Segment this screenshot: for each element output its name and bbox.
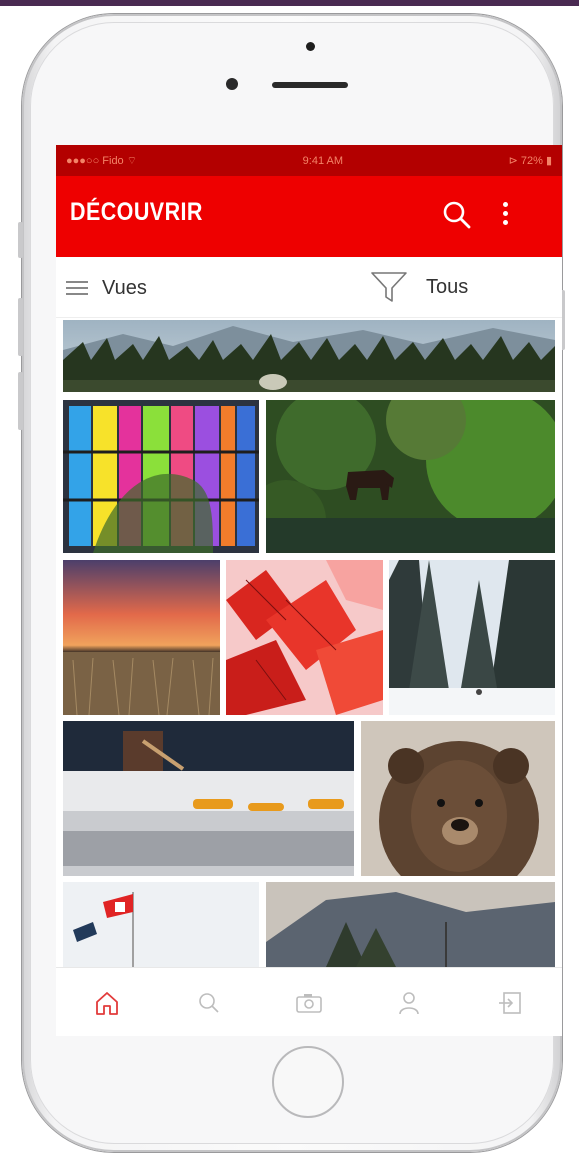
photo-tile[interactable] <box>63 400 259 553</box>
photo-tile[interactable] <box>266 882 555 967</box>
app-header: DÉCOUVRIR <box>56 176 562 257</box>
filter-icon <box>371 272 407 302</box>
home-icon[interactable] <box>92 988 122 1018</box>
filter-label: Tous <box>426 275 469 298</box>
views-label: Vues <box>102 276 147 299</box>
photo-tile[interactable] <box>63 721 354 876</box>
volume-button <box>18 222 23 258</box>
filter-button[interactable]: Tous <box>370 269 468 305</box>
more-options-icon[interactable] <box>498 198 512 232</box>
photo-tile[interactable] <box>63 882 259 967</box>
front-camera <box>306 42 315 51</box>
clock: 9:41 AM <box>302 154 344 167</box>
proximity-sensor <box>226 78 238 90</box>
page-top-band <box>0 0 579 6</box>
moose-forest-photo <box>266 400 555 553</box>
photo-tile[interactable] <box>226 560 383 715</box>
logout-icon[interactable] <box>496 988 526 1018</box>
snowy-forest-photo <box>389 560 555 715</box>
views-button[interactable]: Vues <box>66 273 147 303</box>
search-icon[interactable] <box>442 200 472 230</box>
status-bar: ●●●○○ Fido ⌔ 9:41 AM ⊳ 72% ▮ <box>56 145 562 176</box>
page-title: DÉCOUVRIR <box>70 198 203 226</box>
list-icon <box>66 281 88 295</box>
colorful-building-photo <box>63 400 259 553</box>
bottom-tab-bar <box>56 967 562 1036</box>
photo-tile[interactable] <box>63 320 555 392</box>
volume-button <box>18 298 23 356</box>
mountain-landscape-photo <box>266 882 555 967</box>
search-icon[interactable] <box>194 988 224 1018</box>
grizzly-bear-photo <box>361 721 555 876</box>
earpiece-speaker <box>272 82 348 88</box>
gallery-toolbar: Vues Tous <box>56 257 562 318</box>
photo-tile[interactable] <box>63 560 220 715</box>
photo-tile[interactable] <box>361 721 555 876</box>
sunset-field-photo <box>63 560 220 715</box>
maple-syrup-photo <box>63 721 354 876</box>
photo-tile[interactable] <box>389 560 555 715</box>
red-leaves-photo <box>226 560 383 715</box>
volume-button <box>18 372 23 430</box>
profile-icon[interactable] <box>394 988 424 1018</box>
battery-indicator: ⊳ 72% ▮ <box>508 155 552 167</box>
app-screen: ●●●○○ Fido ⌔ 9:41 AM ⊳ 72% ▮ DÉCOUVRIR V… <box>56 145 562 1036</box>
home-button[interactable] <box>272 1046 344 1118</box>
camera-icon[interactable] <box>294 988 324 1018</box>
mountain-forest-photo <box>63 320 555 392</box>
canadian-flags-photo <box>63 882 259 967</box>
photo-tile[interactable] <box>266 400 555 553</box>
carrier-label: ●●●○○ Fido ⌔ <box>66 154 138 167</box>
